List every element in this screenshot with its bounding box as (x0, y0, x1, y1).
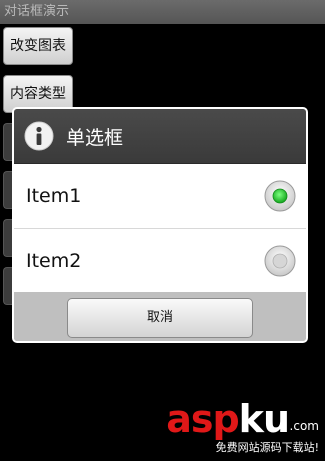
watermark-tagline: 免费网站源码下载站! (215, 441, 319, 454)
change-chart-button[interactable]: 改变图表 (3, 27, 73, 65)
site-watermark: aspku .com 免费网站源码下载站! (144, 399, 319, 455)
radio-unselected-icon[interactable] (264, 245, 296, 277)
single-choice-dialog: 单选框 Item1 Item2 取消 (12, 107, 308, 343)
app-title-bar: 对话框演示 (0, 0, 325, 24)
watermark-brand-red: asp (166, 397, 239, 441)
watermark-logo: aspku (166, 397, 290, 441)
cancel-button[interactable]: 取消 (67, 298, 253, 338)
screen: 对话框演示 改变图表 内容类型 单选框 Item1 Item2 取消 aspku… (0, 0, 325, 461)
dialog-title: 单选框 (66, 126, 124, 149)
choice-item-1[interactable]: Item1 (14, 164, 306, 228)
dialog-footer: 取消 (14, 292, 306, 341)
info-icon (24, 121, 54, 151)
choice-item-2[interactable]: Item2 (14, 228, 306, 292)
watermark-brand-white: ku (238, 397, 290, 441)
choice-item-label: Item1 (26, 185, 82, 207)
watermark-domain: .com (289, 419, 319, 433)
app-title: 对话框演示 (4, 4, 70, 19)
radio-selected-icon[interactable] (264, 180, 296, 212)
choice-item-label: Item2 (26, 249, 82, 272)
dialog-header: 单选框 (14, 109, 306, 164)
